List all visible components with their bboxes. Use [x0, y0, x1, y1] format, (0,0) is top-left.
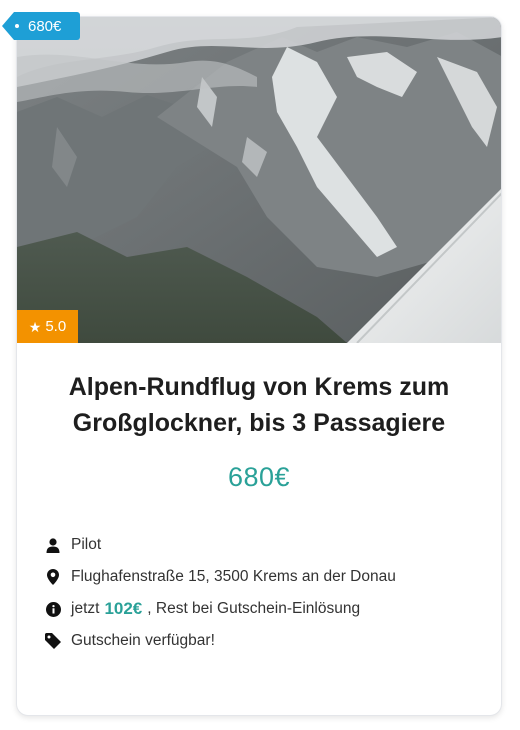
price-tag-value: 680€	[28, 17, 62, 35]
rating-badge: ★ 5.0	[17, 310, 78, 343]
rating-value: 5.0	[45, 318, 67, 335]
mountain-aerial-photo	[17, 17, 501, 343]
offer-card[interactable]: ★ 5.0 Alpen-Rundflug von Krems zum Großg…	[16, 16, 502, 716]
deposit-amount: 102€	[104, 599, 143, 618]
feature-voucher: Gutschein verfügbar!	[45, 625, 491, 657]
feature-deposit: jetzt 102€ , Rest bei Gutschein-Einlösun…	[45, 593, 491, 625]
tag-dot-icon	[15, 24, 19, 28]
info-circle-icon	[45, 601, 61, 617]
map-marker-icon	[45, 569, 61, 585]
feature-list: Pilot Flughafenstraße 15, 3500 Krems an …	[45, 529, 491, 657]
feature-type-label: Pilot	[71, 536, 102, 553]
star-icon: ★	[28, 318, 42, 335]
offer-title[interactable]: Alpen-Rundflug von Krems zum Großglockne…	[37, 369, 481, 441]
offer-price: 680€	[227, 462, 291, 492]
tag-icon	[45, 633, 61, 649]
user-icon	[45, 537, 61, 553]
feature-address-label: Flughafenstraße 15, 3500 Krems an der Do…	[71, 568, 396, 585]
deposit-suffix: , Rest bei Gutschein-Einlösung	[147, 600, 361, 617]
feature-address: Flughafenstraße 15, 3500 Krems an der Do…	[45, 561, 491, 593]
deposit-prefix: jetzt	[71, 600, 100, 617]
offer-photo[interactable]: ★ 5.0	[17, 17, 501, 343]
price-tag-badge: 680€	[2, 12, 80, 40]
feature-voucher-label: Gutschein verfügbar!	[71, 632, 215, 649]
feature-type: Pilot	[45, 529, 491, 561]
